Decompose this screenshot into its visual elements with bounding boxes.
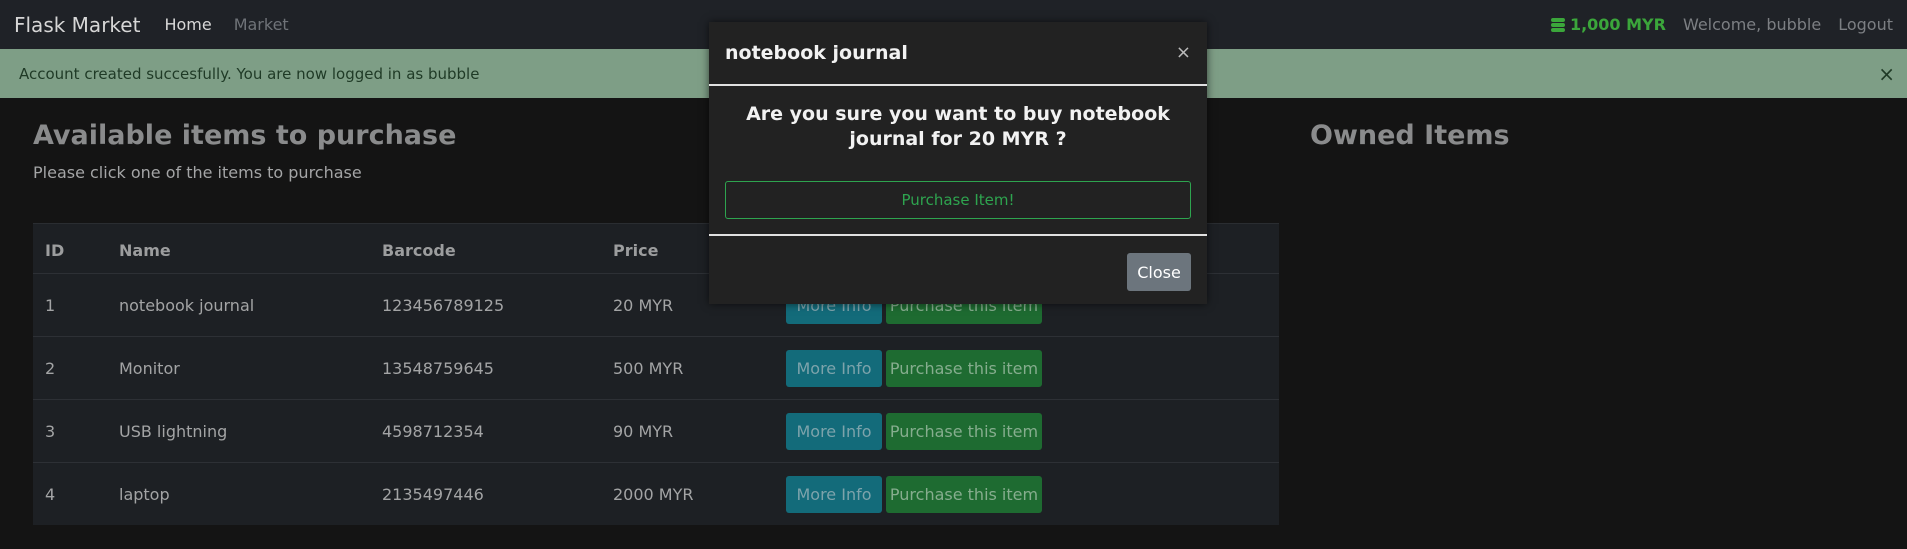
modal-close-x-button[interactable]: × [1176,42,1191,63]
item-price: 90 MYR [613,422,674,441]
welcome-text[interactable]: Welcome, bubble [1683,15,1821,34]
column-header-name: Name [119,241,171,260]
item-name: USB lightning [119,422,228,441]
more-info-button[interactable]: More Info [786,350,882,387]
modal-footer-divider [709,234,1207,236]
close-icon: × [1878,62,1895,86]
table-row: 3 USB lightning 4598712354 90 MYR More I… [33,399,1279,462]
row-actions: More Info Purchase this item [786,476,1042,513]
market-subtitle: Please click one of the items to purchas… [33,163,362,182]
item-name: notebook journal [119,296,255,315]
item-price: 500 MYR [613,359,684,378]
modal-close-button[interactable]: Close [1127,253,1191,291]
nav-home-link[interactable]: Home [164,15,211,34]
logout-link[interactable]: Logout [1838,15,1893,34]
item-id: 3 [45,422,56,441]
item-id: 2 [45,359,56,378]
budget-value: 1,000 MYR [1569,15,1666,34]
more-info-button[interactable]: More Info [786,476,882,513]
item-barcode: 4598712354 [382,422,484,441]
alert-close-button[interactable]: × [1878,62,1895,86]
market-title: Available items to purchase [33,120,457,151]
item-price: 20 MYR [613,296,674,315]
column-header-barcode: Barcode [382,241,456,260]
modal-question: Are you sure you want to buy notebook jo… [746,103,1170,150]
modal-title: notebook journal [725,42,908,64]
owned-items-title: Owned Items [1310,120,1510,151]
purchase-confirm-modal: notebook journal × Are you sure you want… [709,22,1207,304]
item-price: 2000 MYR [613,485,694,504]
navbar-right: 1,000 MYR Welcome, bubble Logout [1550,0,1893,49]
more-info-button[interactable]: More Info [786,413,882,450]
alert-message: Account created succesfully. You are now… [19,64,480,83]
purchase-item-button[interactable]: Purchase this item [886,413,1042,450]
coins-icon [1550,17,1565,32]
item-name: laptop [119,485,170,504]
table-row: 4 laptop 2135497446 2000 MYR More Info P… [33,462,1279,525]
nav-market-link[interactable]: Market [234,15,289,34]
close-icon: × [1175,42,1191,63]
table-row: 2 Monitor 13548759645 500 MYR More Info … [33,336,1279,399]
budget-display: 1,000 MYR [1550,15,1666,34]
item-barcode: 13548759645 [382,359,494,378]
row-actions: More Info Purchase this item [786,350,1042,387]
modal-header-divider [709,84,1207,86]
item-barcode: 2135497446 [382,485,484,504]
purchase-item-button[interactable]: Purchase this item [886,476,1042,513]
item-id: 1 [45,296,56,315]
confirm-purchase-button[interactable]: Purchase Item! [725,181,1191,219]
column-header-id: ID [45,241,65,260]
item-barcode: 123456789125 [382,296,505,315]
item-name: Monitor [119,359,180,378]
brand-link[interactable]: Flask Market [14,13,140,37]
item-id: 4 [45,485,56,504]
purchase-item-button[interactable]: Purchase this item [886,350,1042,387]
column-header-price: Price [613,241,659,260]
row-actions: More Info Purchase this item [786,413,1042,450]
